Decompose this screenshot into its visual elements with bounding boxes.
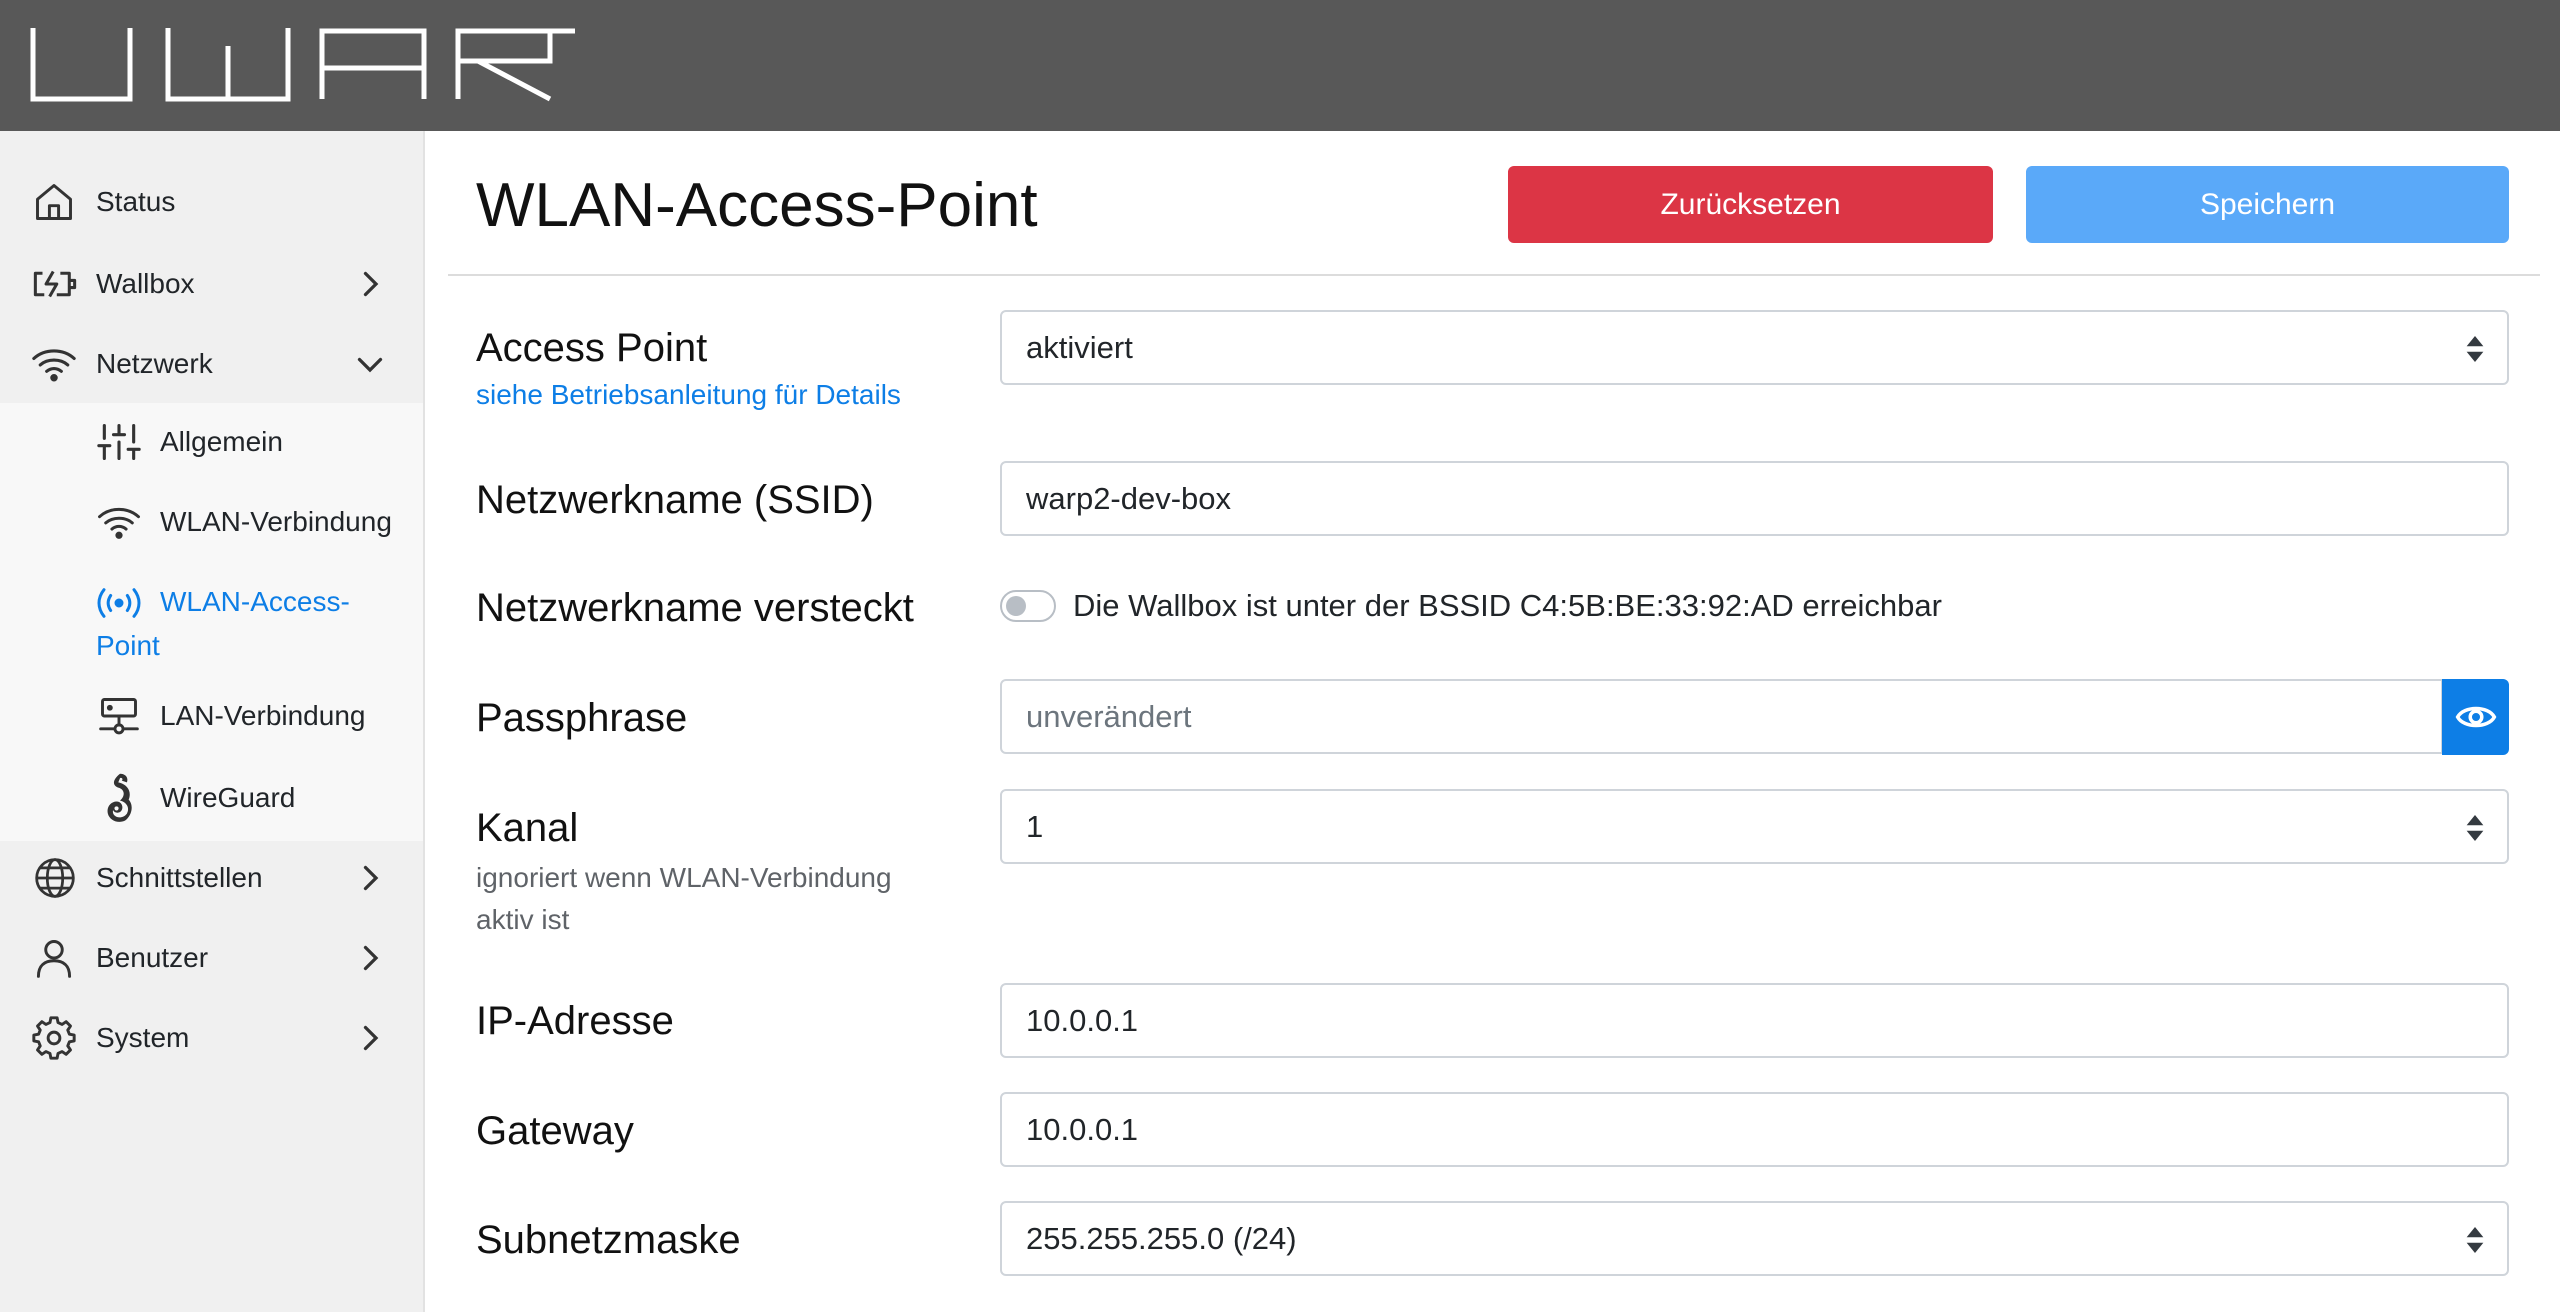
manual-link[interactable]: siehe Betriebsanleitung für Details	[476, 378, 901, 412]
wireguard-dragon-icon	[107, 773, 132, 822]
sidebar-item-benutzer[interactable]: Benutzer	[0, 936, 423, 980]
channel-label: Kanal	[476, 806, 579, 850]
passphrase-label: Passphrase	[476, 696, 688, 740]
gateway-label: Gateway	[476, 1109, 634, 1153]
sidebar-subitem-allgemein[interactable]: Allgemein	[0, 420, 423, 464]
chevron-right-icon	[363, 271, 379, 297]
sidebar-item-wallbox[interactable]: Wallbox	[0, 262, 423, 306]
sidebar-item-label: Wallbox	[96, 268, 195, 299]
ssid-input[interactable]: warp2-dev-box	[1000, 461, 2509, 536]
access-point-select-value: aktiviert	[1026, 330, 1133, 365]
toggle-knob	[1006, 596, 1026, 616]
channel-select-value: 1	[1026, 809, 1044, 844]
wifi-icon	[98, 507, 140, 539]
sliders-icon	[97, 423, 141, 461]
sidebar-item-label: System	[96, 1022, 190, 1053]
top-bar	[0, 0, 2560, 131]
chevron-right-icon	[363, 945, 379, 971]
select-arrows-icon	[2466, 815, 2484, 841]
sidebar-item-status[interactable]: Status	[0, 180, 423, 224]
chevron-down-icon	[357, 357, 383, 373]
network-server-icon	[99, 698, 139, 735]
subnet-label: Subnetzmaske	[476, 1218, 741, 1262]
gateway-input[interactable]: 10.0.0.1	[1000, 1092, 2509, 1167]
ssid-hidden-toggle[interactable]	[1000, 590, 1056, 622]
select-arrows-icon	[2466, 1227, 2484, 1253]
ip-address-input[interactable]: 10.0.0.1	[1000, 983, 2509, 1058]
sidebar-item-label: Netzwerk	[96, 348, 213, 379]
ip-address-label: IP-Adresse	[476, 999, 674, 1043]
bssid-info-text: Die Wallbox ist unter der BSSID C4:5B:BE…	[1073, 588, 1942, 623]
gear-icon	[32, 1016, 76, 1060]
sidebar-subitem-lan-verbindung[interactable]: LAN-Verbindung	[0, 694, 423, 738]
sidebar-item-system[interactable]: System	[0, 1016, 423, 1060]
sidebar-item-label: Allgemein	[160, 426, 283, 457]
sidebar-subitem-wlan-verbindung[interactable]: WLAN-Verbindung	[0, 500, 423, 544]
sidebar-item-label: Status	[96, 186, 176, 217]
channel-select[interactable]: 1	[1000, 789, 2509, 864]
save-button[interactable]: Speichern	[2026, 166, 2509, 243]
user-icon	[36, 940, 72, 978]
sidebar-item-label-line2: Point	[96, 630, 160, 661]
home-icon	[36, 184, 72, 220]
sidebar-item-label: WLAN-Verbindung	[160, 506, 392, 537]
sidebar-item-netzwerk[interactable]: Netzwerk	[0, 342, 423, 386]
chevron-right-icon	[363, 865, 379, 891]
sidebar-item-label: Benutzer	[96, 942, 209, 973]
sidebar-item-schnittstellen[interactable]: Schnittstellen	[0, 856, 423, 900]
show-passphrase-button[interactable]	[2442, 679, 2509, 755]
globe-icon	[35, 858, 75, 898]
wifi-icon	[32, 349, 76, 382]
sidebar-item-label: LAN-Verbindung	[160, 700, 366, 731]
radio-broadcast-icon	[97, 588, 141, 618]
battery-charging-icon	[33, 270, 77, 298]
subnet-select-value: 255.255.255.0 (/24)	[1026, 1221, 1297, 1256]
chevron-right-icon	[363, 1025, 379, 1051]
access-point-label: Access Point	[476, 326, 708, 370]
channel-help: ignoriert wenn WLAN-Verbindung aktiv ist	[476, 862, 892, 935]
sidebar-subitem-wireguard[interactable]: WireGuard	[0, 773, 423, 822]
reset-button[interactable]: Zurücksetzen	[1508, 166, 1993, 243]
ssid-label: Netzwerkname (SSID)	[476, 478, 874, 522]
sidebar-subitem-wlan-access-point[interactable]: WLAN-Access- Point	[0, 580, 423, 670]
title-divider	[448, 274, 2540, 276]
page-title: WLAN-Access-Point	[476, 171, 1038, 240]
access-point-select[interactable]: aktiviert	[1000, 310, 2509, 385]
ssid-hidden-label: Netzwerkname versteckt	[476, 586, 914, 630]
sidebar-item-label: Schnittstellen	[96, 862, 263, 893]
warp-logo[interactable]	[30, 28, 575, 102]
sidebar-item-label-line1: WLAN-Access-	[160, 586, 350, 617]
sidebar-item-label: WireGuard	[160, 782, 296, 813]
subnet-select[interactable]: 255.255.255.0 (/24)	[1000, 1201, 2509, 1276]
passphrase-input[interactable]: unverändert	[1000, 679, 2443, 754]
eye-icon	[2455, 706, 2497, 728]
select-arrows-icon	[2466, 336, 2484, 362]
